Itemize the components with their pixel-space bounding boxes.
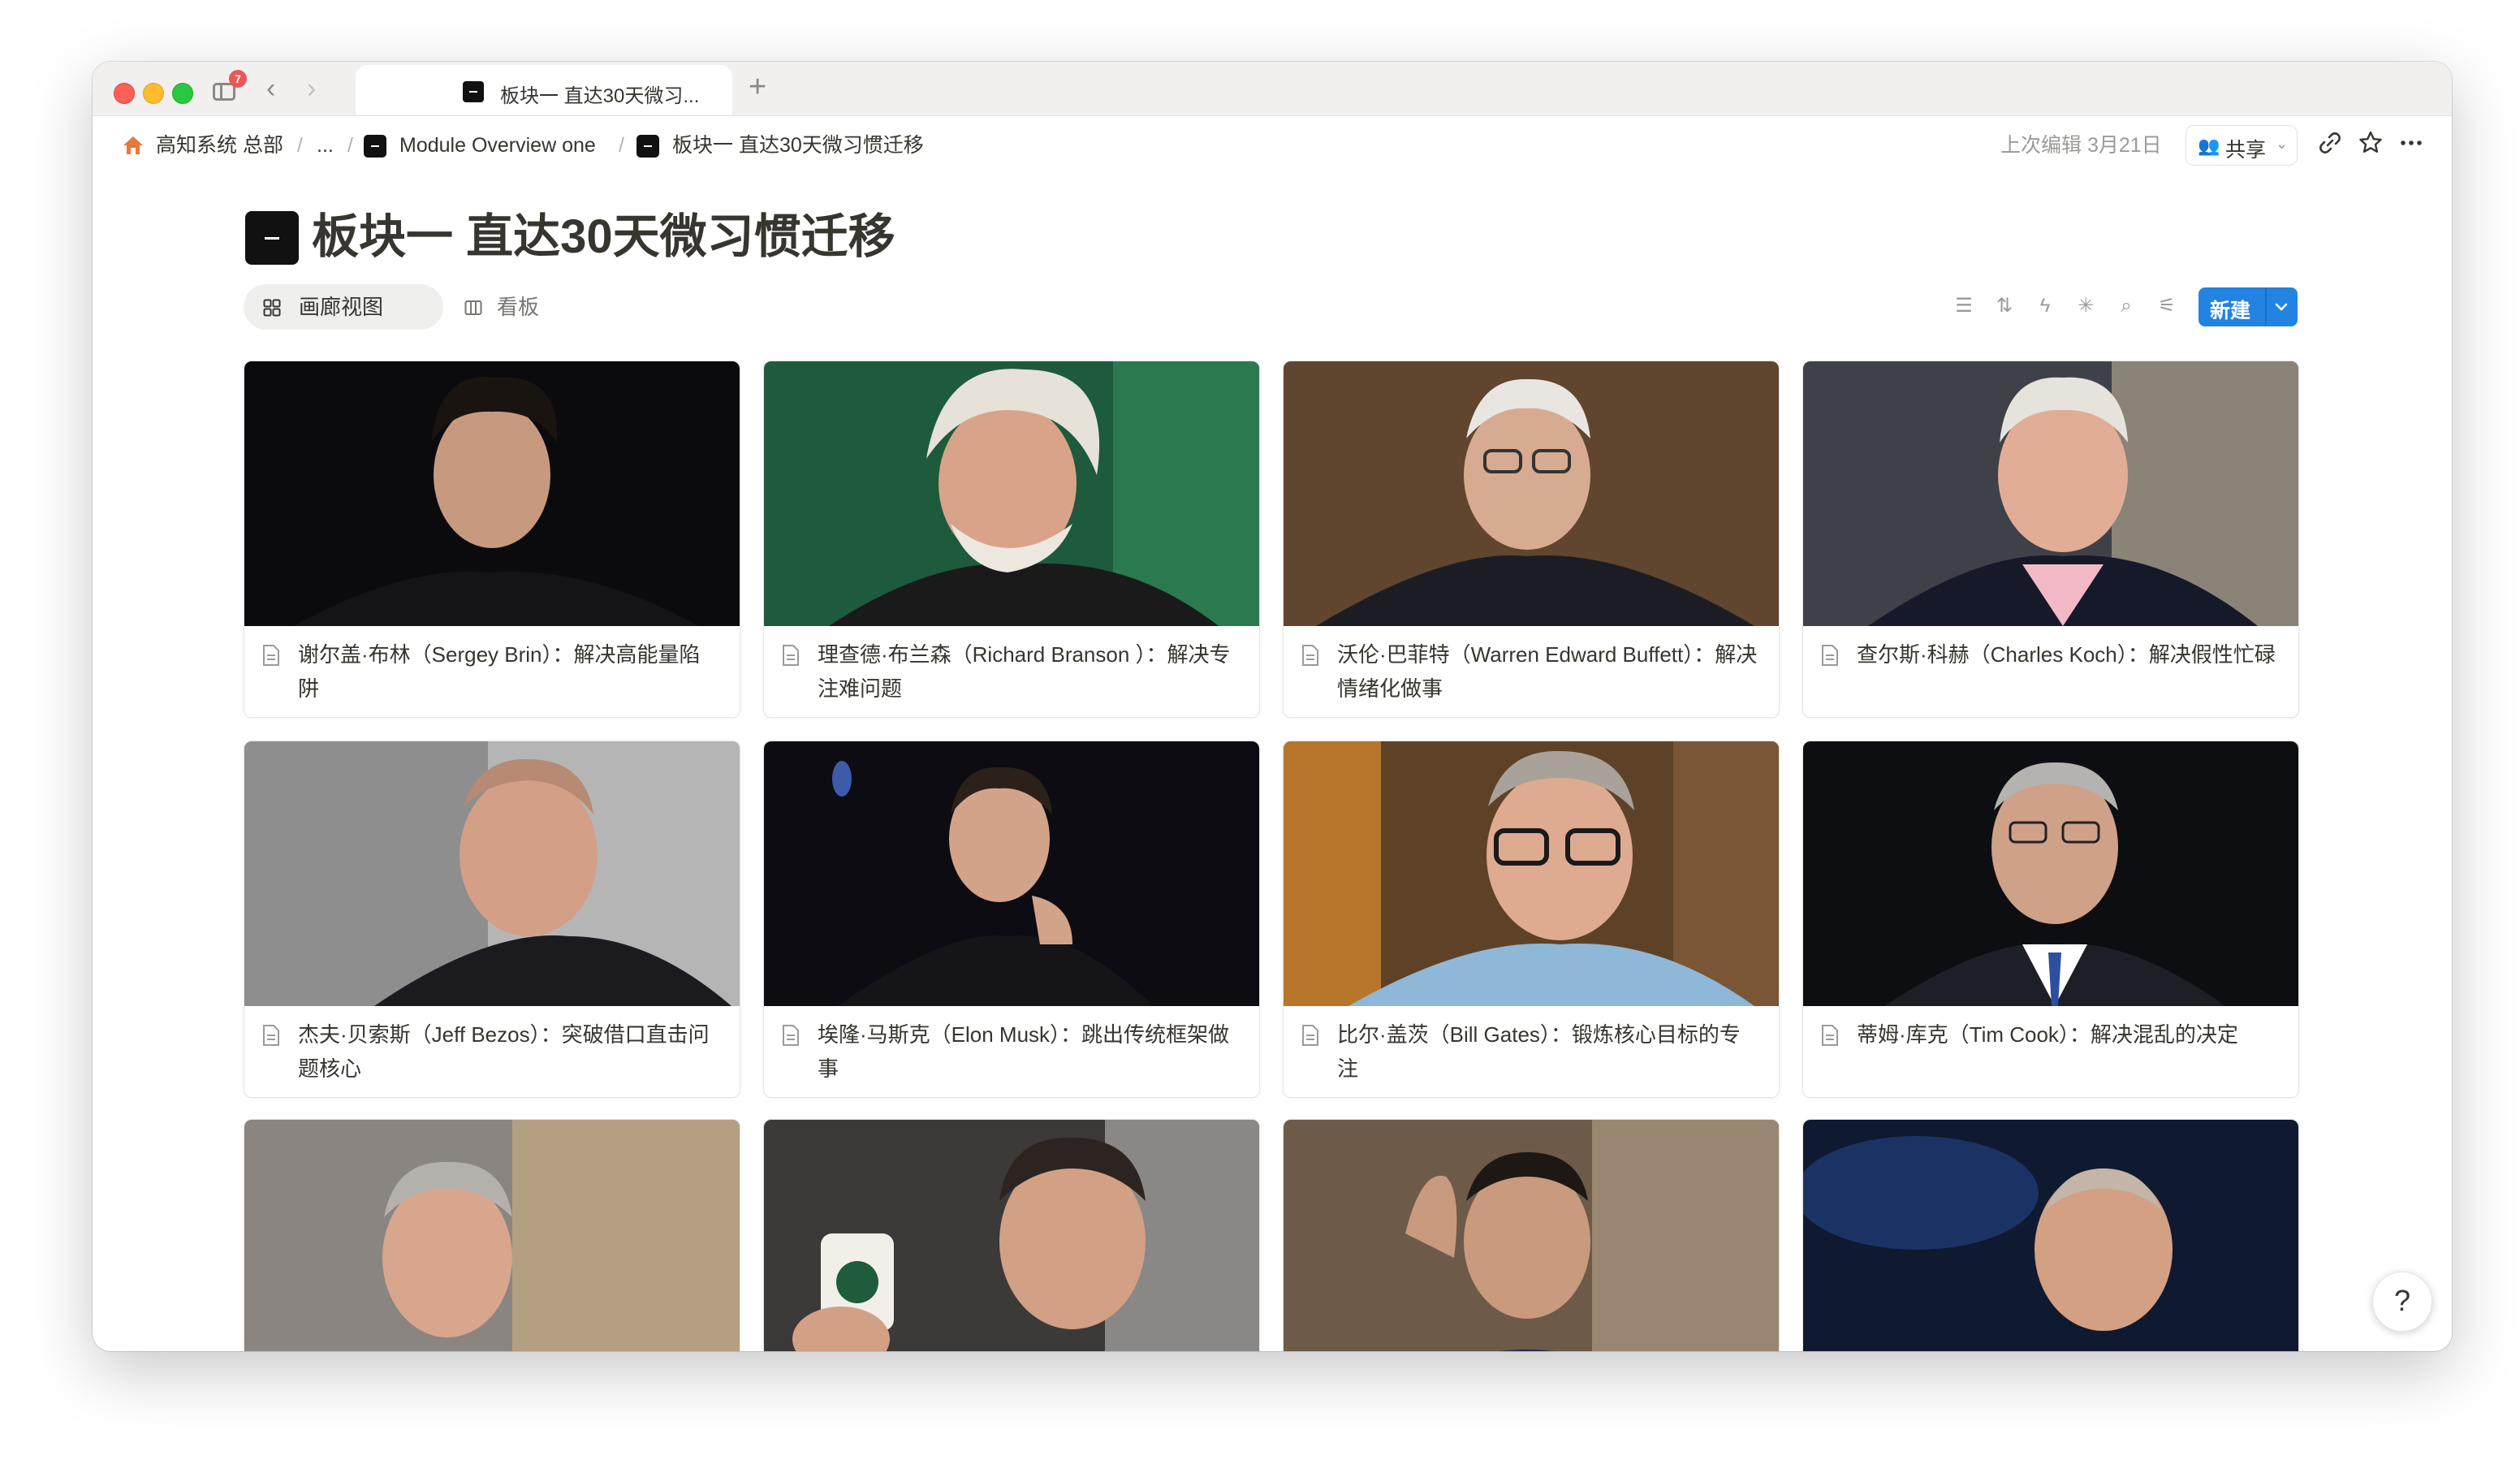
tab-board-view[interactable]: 看板 xyxy=(450,284,555,330)
board-columns-icon xyxy=(464,300,482,315)
page-document-icon xyxy=(263,1025,279,1046)
search-icon[interactable]: ⌕ xyxy=(2114,294,2138,318)
page-document-icon xyxy=(1302,645,1318,666)
page-icon xyxy=(636,135,659,158)
page-icon xyxy=(364,135,386,158)
breadcrumb-separator: / xyxy=(619,134,624,157)
page-title[interactable]: 板块一 直达30天微习惯迁移 xyxy=(312,208,895,266)
last-edited-label: 上次编辑 3月21日 xyxy=(2000,134,2162,157)
people-icon: 👥 xyxy=(2198,136,2220,156)
card-title: 谢尔盖·布林（Sergey Brin）：解决高能量陷阱 xyxy=(298,642,701,701)
settings-sliders-icon[interactable]: ⚟ xyxy=(2155,294,2179,318)
card-cover-image xyxy=(244,361,740,626)
breadcrumb-item-module[interactable]: Module Overview one xyxy=(399,133,596,158)
automation-icon[interactable]: ϟ xyxy=(2033,294,2057,318)
forward-arrow-icon[interactable]: › xyxy=(307,75,316,102)
page-document-icon xyxy=(263,645,279,666)
help-icon: ? xyxy=(2393,1284,2411,1317)
card-title: 蒂姆·库克（Tim Cook）：解决混乱的决定 xyxy=(1857,1022,2238,1047)
minimize-window-button[interactable] xyxy=(143,83,164,104)
page-document-icon xyxy=(783,645,799,666)
maximize-window-button[interactable] xyxy=(172,83,193,104)
card-cover-image xyxy=(1284,1120,1779,1351)
app-window: 7 ‹ › 板块一 直达30天微习... + 高知系统 总部 / ... / M… xyxy=(93,62,2452,1351)
card-cover-image xyxy=(1803,1120,2298,1351)
card-title: 杰夫·贝索斯（Jeff Bezos）：突破借口直击问题核心 xyxy=(298,1022,710,1081)
breadcrumb-separator: / xyxy=(347,134,353,157)
breadcrumb-item-ellipsis[interactable]: ... xyxy=(317,133,334,158)
card-cover-image xyxy=(1284,741,1779,1006)
card-cover-image xyxy=(244,1120,740,1351)
card-title: 沃伦·巴菲特（Warren Edward Buffett）：解决情绪化做事 xyxy=(1337,642,1758,701)
page-icon xyxy=(463,81,484,102)
gallery-card[interactable] xyxy=(1802,1119,2299,1351)
card-title: 比尔·盖茨（Bill Gates）：锻炼核心目标的专注 xyxy=(1337,1022,1741,1081)
card-title: 查尔斯·科赫（Charles Koch）：解决假性忙碌 xyxy=(1857,642,2276,667)
gallery-card[interactable]: 理查德·布兰森（Richard Branson ）：解决专注难问题 xyxy=(763,361,1260,718)
tab-title: 板块一 直达30天微习... xyxy=(500,85,700,107)
card-cover-image xyxy=(1284,361,1779,626)
page-document-icon xyxy=(1302,1025,1318,1046)
page-document-icon xyxy=(783,1025,799,1046)
gallery-card[interactable]: 蒂姆·库克（Tim Cook）：解决混乱的决定 xyxy=(1802,741,2299,1098)
breadcrumb-item-current[interactable]: 板块一 直达30天微习惯迁移 xyxy=(672,133,924,158)
star-icon[interactable] xyxy=(2356,128,2385,158)
breadcrumb-item-workspace[interactable]: 高知系统 总部 xyxy=(156,133,283,158)
gallery-card[interactable]: 比尔·盖茨（Bill Gates）：锻炼核心目标的专注 xyxy=(1283,741,1780,1098)
gallery-card[interactable]: 谢尔盖·布林（Sergey Brin）：解决高能量陷阱 xyxy=(244,361,740,718)
new-button[interactable]: 新建 xyxy=(2199,287,2298,326)
card-cover-image xyxy=(764,1120,1259,1351)
notification-badge: 7 xyxy=(229,70,247,88)
top-bar: 高知系统 总部 / ... / Module Overview one / 板块… xyxy=(93,115,2452,175)
back-arrow-icon[interactable]: ‹ xyxy=(266,75,275,102)
title-bar: 7 ‹ › 板块一 直达30天微习... + xyxy=(93,62,2452,116)
close-window-button[interactable] xyxy=(114,83,135,104)
page-icon-large[interactable] xyxy=(245,211,299,265)
page-document-icon xyxy=(1822,645,1838,666)
card-title: 理查德·布兰森（Richard Branson ）：解决专注难问题 xyxy=(818,642,1231,701)
tab-label: 看板 xyxy=(497,295,540,319)
new-button-label: 新建 xyxy=(2210,300,2251,322)
new-tab-button[interactable]: + xyxy=(749,71,766,102)
gallery-card[interactable]: 查尔斯·科赫（Charles Koch）：解决假性忙碌 xyxy=(1802,361,2299,718)
more-options-icon[interactable] xyxy=(2397,128,2426,158)
share-label: 共享 xyxy=(2225,139,2267,162)
home-icon xyxy=(123,136,143,154)
chevron-down-icon[interactable] xyxy=(2272,297,2291,317)
card-cover-image xyxy=(1803,361,2298,626)
browser-tab[interactable]: 板块一 直达30天微习... xyxy=(356,65,732,115)
sort-icon[interactable]: ⇅ xyxy=(1992,294,2017,318)
gallery-card[interactable]: 沃伦·巴菲特（Warren Edward Buffett）：解决情绪化做事 xyxy=(1283,361,1780,718)
card-cover-image xyxy=(1803,741,2298,1006)
gallery-grid-icon xyxy=(263,299,281,317)
help-button[interactable]: ? xyxy=(2372,1272,2432,1332)
filter-icon[interactable]: ☰ xyxy=(1952,294,1976,318)
gallery-card[interactable]: 杰夫·贝索斯（Jeff Bezos）：突破借口直击问题核心 xyxy=(244,741,740,1098)
breadcrumb-separator: / xyxy=(297,134,303,157)
page-document-icon xyxy=(1822,1025,1838,1046)
gallery-card[interactable] xyxy=(1283,1119,1780,1351)
card-title: 埃隆·马斯克（Elon Musk）：跳出传统框架做事 xyxy=(818,1022,1230,1081)
tab-gallery-view[interactable]: 画廊视图 xyxy=(244,284,443,330)
gallery-card[interactable] xyxy=(763,1119,1260,1351)
card-cover-image xyxy=(764,741,1259,1006)
card-cover-image xyxy=(764,361,1259,626)
ai-sparkle-icon[interactable]: ✳ xyxy=(2073,294,2098,318)
chevron-down-icon: ⌄ xyxy=(2276,136,2289,152)
link-icon[interactable] xyxy=(2315,128,2345,158)
share-button[interactable]: 👥 共享 ⌄ xyxy=(2186,125,2298,166)
gallery-card[interactable] xyxy=(244,1119,740,1351)
card-cover-image xyxy=(244,741,740,1006)
gallery-card[interactable]: 埃隆·马斯克（Elon Musk）：跳出传统框架做事 xyxy=(763,741,1260,1098)
tab-label: 画廊视图 xyxy=(299,295,384,319)
